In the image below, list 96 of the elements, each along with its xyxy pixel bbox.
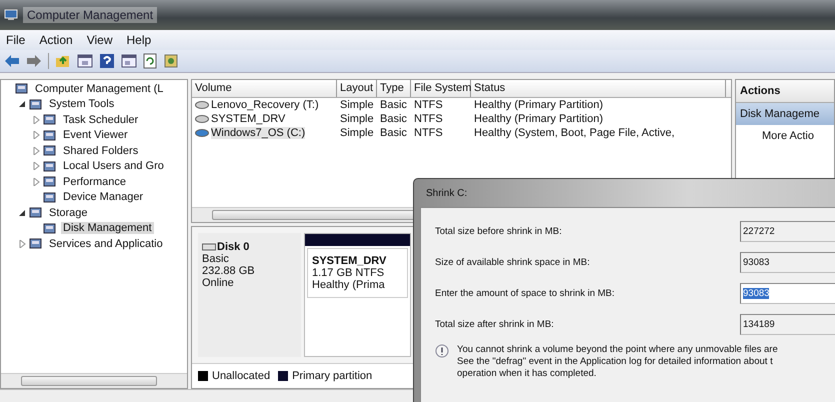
node-icon [43,160,57,173]
legend-label: Primary partition [292,370,372,382]
action-link[interactable]: More Actio [736,125,834,147]
collapse-arrow-icon[interactable] [19,208,26,217]
menu-item[interactable]: View [86,33,112,47]
readonly-field: 227272 [740,221,835,242]
menu-item[interactable]: Action [39,33,73,47]
node-icon [29,237,43,250]
note-text: You cannot shrink a volume beyond the point where any unmovable files are [457,344,778,356]
table-cell: NTFS [414,113,443,125]
expand-arrow-icon[interactable] [33,178,40,186]
refresh-icon[interactable] [143,53,157,69]
table-cell: Basic [380,113,407,125]
expand-arrow-icon[interactable] [19,240,26,248]
dialog-title: Shrink C: [426,188,468,198]
node-icon [43,175,57,188]
partition-block[interactable]: SYSTEM_DRV 1.17 GB NTFS Healthy (Prima [304,233,411,357]
readonly-field: 93083 [740,252,835,273]
disk-type: Basic [202,253,230,265]
readonly-field: 134189 [740,314,835,335]
menu-item[interactable]: File [6,33,26,47]
node-icon [29,98,43,111]
tree-item[interactable]: Local Users and Gro [61,160,166,172]
column-header[interactable]: Volume [192,80,337,97]
expand-arrow-icon[interactable] [33,116,40,124]
tree-item[interactable]: Task Scheduler [61,114,140,126]
input-field[interactable]: 93083 [740,283,835,304]
expand-arrow-icon[interactable] [33,162,40,170]
horizontal-scrollbar[interactable] [1,373,187,388]
column-header[interactable]: Layout [337,80,377,97]
disk-size: 232.88 GB [202,265,256,277]
column-header[interactable]: Status [471,80,726,97]
expand-arrow-icon[interactable] [33,146,40,155]
tree-item[interactable]: Device Manager [61,191,146,204]
table-cell: Healthy (System, Boot, Page File, Active, [474,127,675,139]
field-label: Total size after shrink in MB: [435,319,555,330]
table-cell: NTFS [414,99,443,111]
drive-icon [195,115,209,123]
legend-label: Unallocated [212,370,270,382]
forward-arrow-icon[interactable] [26,54,42,68]
column-header[interactable]: Type [377,80,411,97]
tree-item[interactable]: Computer Management (L [33,82,166,95]
drive-icon [195,129,209,137]
table-cell: Basic [380,99,407,111]
table-cell: Simple [340,113,374,125]
node-icon [43,128,57,142]
table-cell: Healthy (Primary Partition) [474,113,603,125]
node-icon [29,206,43,220]
tree-item[interactable]: Storage [47,206,90,219]
disk-name: Disk 0 [217,241,250,253]
node-icon [43,190,57,204]
table-cell: NTFS [414,127,443,139]
expand-arrow-icon[interactable] [33,131,40,140]
table-cell: Basic [380,127,407,139]
back-arrow-icon[interactable] [4,54,20,68]
window-title: Computer Management [23,7,158,23]
tree-item[interactable]: Performance [61,176,128,188]
node-icon [43,113,57,126]
node-icon [15,82,29,96]
tree-item[interactable]: Services and Applicatio [47,238,165,250]
field-label: Size of available shrink space in MB: [435,257,591,268]
properties-icon[interactable] [163,53,179,69]
collapse-arrow-icon[interactable] [19,100,26,108]
node-icon [43,222,57,235]
folder-icon[interactable] [55,53,71,69]
table-cell: Healthy (Primary Partition) [474,99,603,111]
table-cell: Simple [340,99,374,111]
tree-item[interactable]: Disk Management [61,222,154,234]
volume-name[interactable]: SYSTEM_DRV [211,113,286,125]
disk-status: Online [202,277,235,289]
note-text: See the "defrag" event in the Application log for detailed information about t [457,356,774,368]
partition-size: 1.17 GB NTFS [312,267,386,279]
column-header[interactable]: File System [411,80,471,97]
actions-title: Actions [736,80,834,103]
tree-item[interactable]: Event Viewer [61,129,130,142]
pane-icon[interactable] [77,53,93,69]
computer-icon [4,9,18,21]
info-icon [435,344,449,358]
partition-status: Healthy (Prima [312,279,386,291]
disk-info-box[interactable]: Disk 0 Basic 232.88 GB Online [198,233,301,357]
node-icon [43,144,57,158]
menu-item[interactable]: Help [126,33,152,47]
volume-name[interactable]: Lenovo_Recovery (T:) [211,99,319,111]
action-section[interactable]: Disk Manageme [736,103,834,125]
tree-item[interactable]: Shared Folders [61,144,140,157]
field-label: Enter the amount of space to shrink in MB: [435,288,616,299]
table-cell: Simple [340,127,374,139]
field-label: Total size before shrink in MB: [435,226,563,237]
selected-value: 93083 [743,288,770,299]
pane-icon[interactable] [121,53,137,69]
volume-name[interactable]: Windows7_OS (C:) [211,127,306,139]
drive-icon [195,101,209,109]
note-text: operation when it has completed. [457,368,598,380]
help-icon[interactable] [99,53,115,69]
tree-item[interactable]: System Tools [47,98,116,110]
partition-name: SYSTEM_DRV [312,255,388,267]
